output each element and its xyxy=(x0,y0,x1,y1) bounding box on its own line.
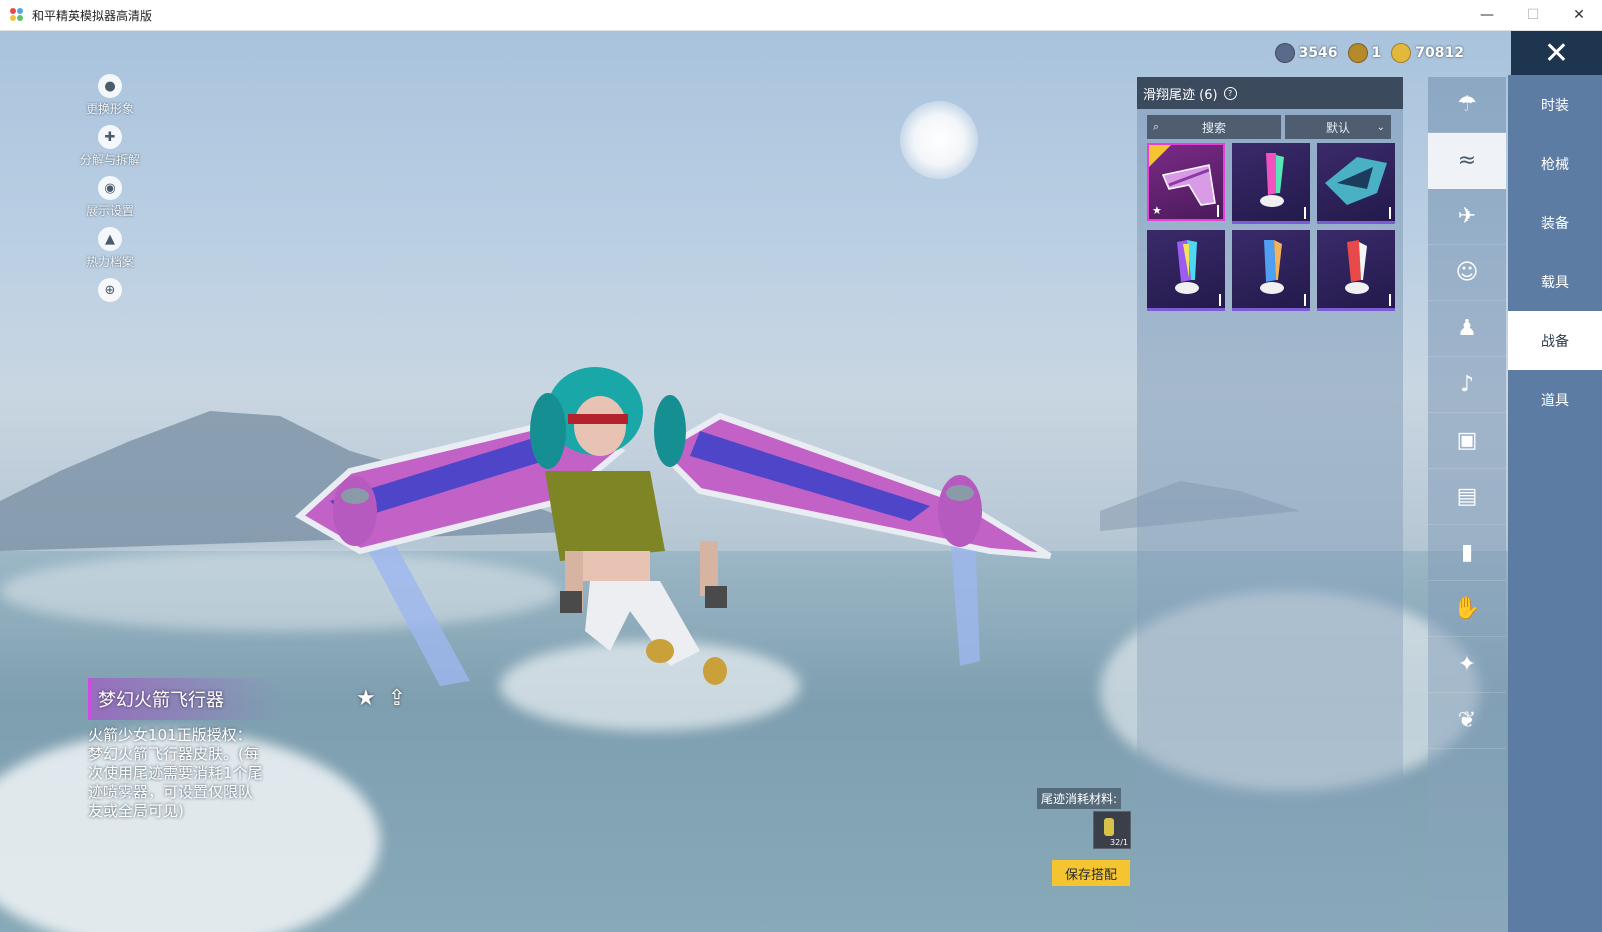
gold-currency[interactable]: 70812 xyxy=(1391,43,1464,63)
item-card-rainbow-2[interactable] xyxy=(1147,230,1225,311)
currency-bar: 3546 1 70812 xyxy=(1274,43,1464,63)
person-icon: ● xyxy=(98,74,122,98)
close-button[interactable]: ✕ xyxy=(1511,31,1602,75)
plane-icon[interactable]: ✈ xyxy=(1428,189,1506,245)
puzzle-icon: ✚ xyxy=(98,125,122,149)
gold-coin-icon xyxy=(1391,43,1412,63)
change-appearance-button[interactable]: ● 更换形象 xyxy=(74,74,146,125)
panel-title: 滑翔尾迹 (6) xyxy=(1143,87,1218,103)
favorite-star-icon: ★ xyxy=(1152,204,1162,217)
nav-items[interactable]: 道具 xyxy=(1508,370,1602,429)
quantity-bar xyxy=(1304,207,1306,219)
nav-fashion[interactable]: 时装 xyxy=(1508,75,1602,134)
quantity-bar xyxy=(1304,294,1306,306)
speaker-icon[interactable]: ♪ xyxy=(1428,357,1506,413)
currency-value: 70812 xyxy=(1415,45,1464,61)
chevron-down-icon: ⌄ xyxy=(1376,121,1385,133)
silver-coin-icon xyxy=(1274,43,1295,63)
item-card-blue-flame[interactable] xyxy=(1232,230,1310,311)
spray-can-icon[interactable]: ▮ xyxy=(1428,525,1506,581)
item-description: 火箭少女101正版授权：梦幻火箭飞行器皮肤。(每次使用尾迹需要消耗1个尾迹喷雾器… xyxy=(88,726,263,820)
eye-icon: ◉ xyxy=(98,176,122,200)
left-tool-column: ● 更换形象 ✚ 分解与拆解 ◉ 展示设置 ▲ 热力档案 ⊕ xyxy=(74,74,146,329)
category-icon-column: ☂ ≈ ✈ ☺ ♟ ♪ ▣ ▤ ▮ ✋ ✦ ❦ xyxy=(1428,77,1506,932)
currency-value: 3546 xyxy=(1298,45,1338,61)
game-viewport: ● 更换形象 ✚ 分解与拆解 ◉ 展示设置 ▲ 热力档案 ⊕ 3546 1 70… xyxy=(0,31,1602,932)
nav-weapons[interactable]: 枪械 xyxy=(1508,134,1602,193)
search-icon: ⌕ xyxy=(1153,120,1160,133)
panel-header: 滑翔尾迹 (6) ? xyxy=(1137,77,1403,109)
glide-trail-icon[interactable]: ≈ xyxy=(1428,133,1506,189)
window-close-button[interactable]: ✕ xyxy=(1556,0,1602,30)
quantity-bar xyxy=(1219,294,1221,306)
material-count: 32/1 xyxy=(1110,838,1128,847)
item-card-pink-wing[interactable]: ★ xyxy=(1147,143,1225,221)
window-title: 和平精英模拟器高清版 xyxy=(32,8,153,23)
tool-label: 热力档案 xyxy=(85,255,134,269)
nav-equipment[interactable]: 装备 xyxy=(1508,193,1602,252)
search-input[interactable]: ⌕ 搜索 xyxy=(1147,115,1281,139)
maximize-button[interactable]: ☐ xyxy=(1510,0,1556,30)
item-grid: ★ xyxy=(1147,143,1403,311)
quantity-bar xyxy=(1217,205,1219,217)
window-title-bar: 和平精英模拟器高清版 — ☐ ✕ xyxy=(0,0,1602,31)
sort-label: 默认 xyxy=(1325,120,1350,135)
material-label: 尾迹消耗材料: xyxy=(1037,788,1122,809)
tool-label: 展示设置 xyxy=(85,204,134,218)
item-detail: 梦幻火箭飞行器 ★ ⇪ 火箭少女101正版授权：梦幻火箭飞行器皮肤。(每次使用尾… xyxy=(88,678,428,821)
nav-vehicles[interactable]: 载具 xyxy=(1508,252,1602,311)
bird-icon[interactable]: ❦ xyxy=(1428,693,1506,749)
flame-icon: ▲ xyxy=(98,227,122,251)
item-card-rainbow-1[interactable] xyxy=(1232,143,1310,224)
zoom-in-button[interactable]: ⊕ xyxy=(74,278,146,329)
item-name: 梦幻火箭飞行器 xyxy=(98,690,224,711)
emote-face-icon[interactable]: ☺ xyxy=(1428,245,1506,301)
quantity-bar xyxy=(1389,207,1391,219)
token-currency[interactable]: 1 xyxy=(1347,43,1382,63)
box-icon[interactable]: ▣ xyxy=(1428,413,1506,469)
item-card-red-flame[interactable] xyxy=(1317,230,1395,311)
item-panel: 滑翔尾迹 (6) ? ⌕ 搜索 默认 ⌄ ★ xyxy=(1137,77,1403,932)
parachute-icon[interactable]: ☂ xyxy=(1428,77,1506,133)
nav-battle-prep[interactable]: 战备 xyxy=(1508,311,1602,370)
currency-value: 1 xyxy=(1371,45,1382,61)
display-settings-button[interactable]: ◉ 展示设置 xyxy=(74,176,146,227)
sort-dropdown[interactable]: 默认 ⌄ xyxy=(1285,115,1391,139)
help-icon[interactable]: ? xyxy=(1223,86,1237,100)
bronze-token-icon xyxy=(1347,43,1368,63)
item-title-bar: 梦幻火箭飞行器 xyxy=(88,678,282,720)
silver-currency[interactable]: 3546 xyxy=(1274,43,1338,63)
zoom-in-icon: ⊕ xyxy=(98,278,122,302)
quantity-bar xyxy=(1389,294,1391,306)
save-outfit-button[interactable]: 保存搭配 xyxy=(1052,860,1130,886)
hand-icon[interactable]: ✋ xyxy=(1428,581,1506,637)
spray-can-icon xyxy=(1104,818,1114,836)
gallery-icon[interactable]: ▤ xyxy=(1428,469,1506,525)
favorite-star-icon[interactable]: ★ xyxy=(356,686,376,711)
tool-label: 更换形象 xyxy=(85,102,134,116)
sparkle-wand-icon[interactable]: ✦ xyxy=(1428,637,1506,693)
heat-archive-button[interactable]: ▲ 热力档案 xyxy=(74,227,146,278)
minimize-button[interactable]: — xyxy=(1464,0,1510,30)
app-logo-icon xyxy=(10,8,24,22)
main-nav: 时装 枪械 装备 载具 战备 道具 xyxy=(1508,75,1602,932)
share-icon[interactable]: ⇪ xyxy=(388,686,406,711)
search-placeholder: 搜索 xyxy=(1201,120,1226,135)
tool-label: 分解与拆解 xyxy=(79,153,140,167)
decompose-button[interactable]: ✚ 分解与拆解 xyxy=(74,125,146,176)
item-card-mecha-wing[interactable] xyxy=(1317,143,1395,224)
robot-icon[interactable]: ♟ xyxy=(1428,301,1506,357)
trail-sprayer-item[interactable]: 32/1 xyxy=(1093,811,1131,849)
